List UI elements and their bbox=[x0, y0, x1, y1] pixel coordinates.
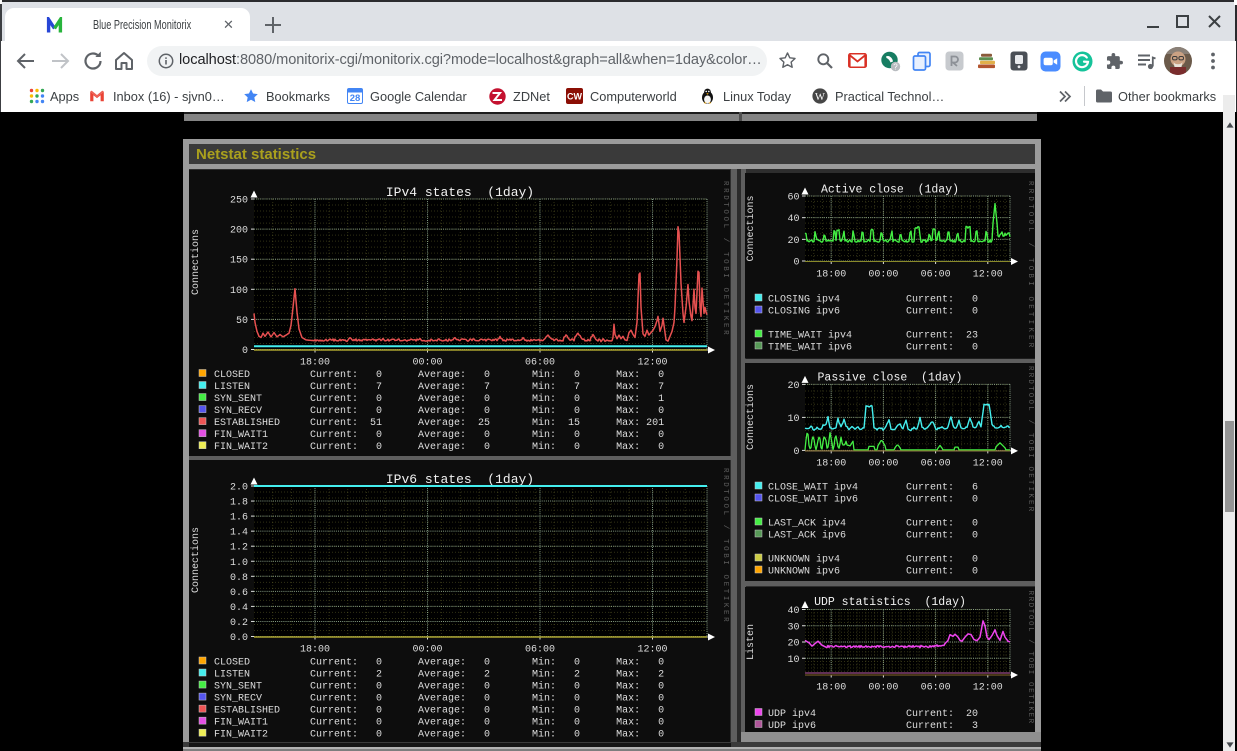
svg-text:RRDTOOL / TOBI OETIKER: RRDTOOL / TOBI OETIKER bbox=[1026, 181, 1034, 350]
svg-text:150: 150 bbox=[230, 256, 248, 267]
svg-text:Passive close (1day): Passive close (1day) bbox=[818, 372, 963, 385]
svg-text:LISTEN Current: 7: LISTEN Current: 7 Average: 7 Min: 7 Max:… bbox=[214, 381, 664, 393]
svg-text:UDP ipv4 Current: UDP ipv4 Current: 20 bbox=[768, 708, 978, 720]
svg-text:CLOSING ipv4 Current: CLOSING ipv4 Current: 0 bbox=[768, 294, 978, 306]
svg-text:0: 0 bbox=[793, 447, 799, 458]
svg-text:00:00: 00:00 bbox=[412, 645, 442, 656]
svg-text:RRDTOOL / TOBI OETIKER: RRDTOOL / TOBI OETIKER bbox=[1026, 366, 1034, 513]
svg-text:Listen: Listen bbox=[745, 623, 757, 659]
svg-text:28: 28 bbox=[350, 93, 361, 104]
svg-text:12:00: 12:00 bbox=[973, 682, 1003, 693]
svg-text:12:00: 12:00 bbox=[973, 270, 1003, 281]
svg-text:LAST_ACK ipv4 Current: LAST_ACK ipv4 Current: 0 bbox=[768, 518, 978, 530]
svg-text:12:00: 12:00 bbox=[637, 358, 667, 369]
svg-text:LISTEN Current: 2: LISTEN Current: 2 Average: 2 Min: 2 Max:… bbox=[214, 669, 664, 681]
svg-text:LAST_ACK ipv6 Current: LAST_ACK ipv6 Current: 0 bbox=[768, 530, 978, 542]
svg-text:CLOSE_WAIT ipv4 Current: CLOSE_WAIT ipv4 Current: 6 bbox=[768, 482, 978, 494]
svg-text:1.4: 1.4 bbox=[230, 528, 248, 539]
svg-text:10: 10 bbox=[787, 654, 799, 665]
svg-text:0.6: 0.6 bbox=[230, 588, 248, 599]
svg-text:Connections: Connections bbox=[745, 195, 757, 261]
svg-text:10: 10 bbox=[787, 414, 799, 425]
svg-text:00:00: 00:00 bbox=[412, 358, 442, 369]
svg-text:2.0: 2.0 bbox=[230, 483, 248, 494]
svg-text:Connections: Connections bbox=[190, 229, 202, 295]
svg-text:06:00: 06:00 bbox=[921, 270, 951, 281]
svg-text:18:00: 18:00 bbox=[816, 459, 846, 470]
svg-text:18:00: 18:00 bbox=[300, 645, 330, 656]
svg-text:RRDTOOL / TOBI OETIKER: RRDTOOL / TOBI OETIKER bbox=[721, 181, 729, 337]
svg-text:?: ? bbox=[893, 63, 898, 72]
svg-text:SYN_SENT Current: 0: SYN_SENT Current: 0 Average: 0 Min: 0 Ma… bbox=[214, 393, 664, 405]
svg-text:06:00: 06:00 bbox=[921, 682, 951, 693]
svg-text:00:00: 00:00 bbox=[868, 459, 898, 470]
svg-text:UNKNOWN ipv4 Current: UNKNOWN ipv4 Current: 0 bbox=[768, 554, 978, 566]
svg-text:CW: CW bbox=[567, 92, 582, 102]
svg-text:Active close (1day): Active close (1day) bbox=[821, 184, 959, 197]
svg-text:TIME_WAIT ipv4 Current: TIME_WAIT ipv4 Current: 23 bbox=[768, 330, 978, 342]
svg-text:1.0: 1.0 bbox=[230, 558, 248, 569]
svg-text:18:00: 18:00 bbox=[300, 358, 330, 369]
svg-text:RRDTOOL / TOBI OETIKER: RRDTOOL / TOBI OETIKER bbox=[721, 468, 729, 624]
svg-text:UNKNOWN ipv6 Current: UNKNOWN ipv6 Current: 0 bbox=[768, 566, 978, 578]
svg-text:30: 30 bbox=[787, 622, 799, 633]
svg-text:100: 100 bbox=[230, 286, 248, 297]
svg-text:IPv4 states (1day): IPv4 states (1day) bbox=[386, 185, 534, 200]
svg-text:20: 20 bbox=[787, 236, 799, 247]
svg-text:250: 250 bbox=[230, 196, 248, 207]
svg-text:SYN_RECV Current: 0: SYN_RECV Current: 0 Average: 0 Min: 0 Ma… bbox=[214, 693, 664, 705]
svg-text:20: 20 bbox=[787, 381, 799, 392]
svg-text:UDP ipv6 Current: UDP ipv6 Current: 3 bbox=[768, 720, 978, 732]
svg-text:0: 0 bbox=[242, 346, 248, 357]
svg-text:18:00: 18:00 bbox=[816, 682, 846, 693]
svg-text:TIME_WAIT ipv6 Current: TIME_WAIT ipv6 Current: 0 bbox=[768, 342, 978, 354]
svg-text:FIN_WAIT1 Current: 0: FIN_WAIT1 Current: 0 Average: 0 Min: 0 M… bbox=[214, 717, 664, 729]
svg-text:FIN_WAIT1 Current: 0: FIN_WAIT1 Current: 0 Average: 0 Min: 0 M… bbox=[214, 429, 664, 441]
svg-text:SYN_SENT Current: 0: SYN_SENT Current: 0 Average: 0 Min: 0 Ma… bbox=[214, 681, 664, 693]
svg-text:20: 20 bbox=[787, 638, 799, 649]
svg-text:06:00: 06:00 bbox=[525, 645, 555, 656]
svg-text:UDP statistics (1day): UDP statistics (1day) bbox=[814, 596, 966, 609]
svg-text:W: W bbox=[815, 92, 825, 103]
svg-text:ESTABLISHED Current: 51: ESTABLISHED Current: 51 Average: 25 Min:… bbox=[214, 417, 664, 429]
svg-text:0.4: 0.4 bbox=[230, 603, 248, 614]
svg-text:ESTABLISHED Current: 0: ESTABLISHED Current: 0 Average: 0 Min: 0… bbox=[214, 705, 664, 717]
svg-text:0.8: 0.8 bbox=[230, 573, 248, 584]
svg-text:200: 200 bbox=[230, 226, 248, 237]
svg-text:40: 40 bbox=[787, 606, 799, 617]
svg-text:50: 50 bbox=[236, 316, 248, 327]
svg-text:1.8: 1.8 bbox=[230, 498, 248, 509]
svg-text:IPv6 states (1day): IPv6 states (1day) bbox=[386, 472, 534, 487]
svg-text:Connections: Connections bbox=[190, 527, 202, 593]
svg-text:18:00: 18:00 bbox=[816, 270, 846, 281]
svg-text:12:00: 12:00 bbox=[637, 645, 667, 656]
svg-text:00:00: 00:00 bbox=[868, 682, 898, 693]
svg-text:FIN_WAIT2 Current: 0: FIN_WAIT2 Current: 0 Average: 0 Min: 0 M… bbox=[214, 441, 664, 453]
svg-text:1.6: 1.6 bbox=[230, 513, 248, 524]
svg-text:12:00: 12:00 bbox=[973, 459, 1003, 470]
svg-text:1.2: 1.2 bbox=[230, 543, 248, 554]
svg-text:06:00: 06:00 bbox=[921, 459, 951, 470]
svg-text:06:00: 06:00 bbox=[525, 358, 555, 369]
svg-text:0: 0 bbox=[793, 258, 799, 269]
svg-text:0.0: 0.0 bbox=[230, 633, 248, 644]
svg-text:0.2: 0.2 bbox=[230, 618, 248, 629]
svg-text:FIN_WAIT2 Current: 0: FIN_WAIT2 Current: 0 Average: 0 Min: 0 M… bbox=[214, 729, 664, 741]
svg-text:Connections: Connections bbox=[745, 384, 757, 450]
svg-text:CLOSING ipv6 Current: CLOSING ipv6 Current: 0 bbox=[768, 306, 978, 318]
svg-text:60: 60 bbox=[787, 193, 799, 204]
svg-text:CLOSED Current: 0: CLOSED Current: 0 Average: 0 Min: 0 Max:… bbox=[214, 369, 664, 381]
svg-text:40: 40 bbox=[787, 214, 799, 225]
svg-text:SYN_RECV Current: 0: SYN_RECV Current: 0 Average: 0 Min: 0 Ma… bbox=[214, 405, 664, 417]
svg-text:00:00: 00:00 bbox=[868, 270, 898, 281]
svg-text:CLOSED Current: 0: CLOSED Current: 0 Average: 0 Min: 0 Max:… bbox=[214, 657, 664, 669]
svg-text:CLOSE_WAIT ipv6 Current: CLOSE_WAIT ipv6 Current: 0 bbox=[768, 494, 978, 506]
svg-text:RRDTOOL / TOBI OETIKER: RRDTOOL / TOBI OETIKER bbox=[1026, 590, 1034, 724]
